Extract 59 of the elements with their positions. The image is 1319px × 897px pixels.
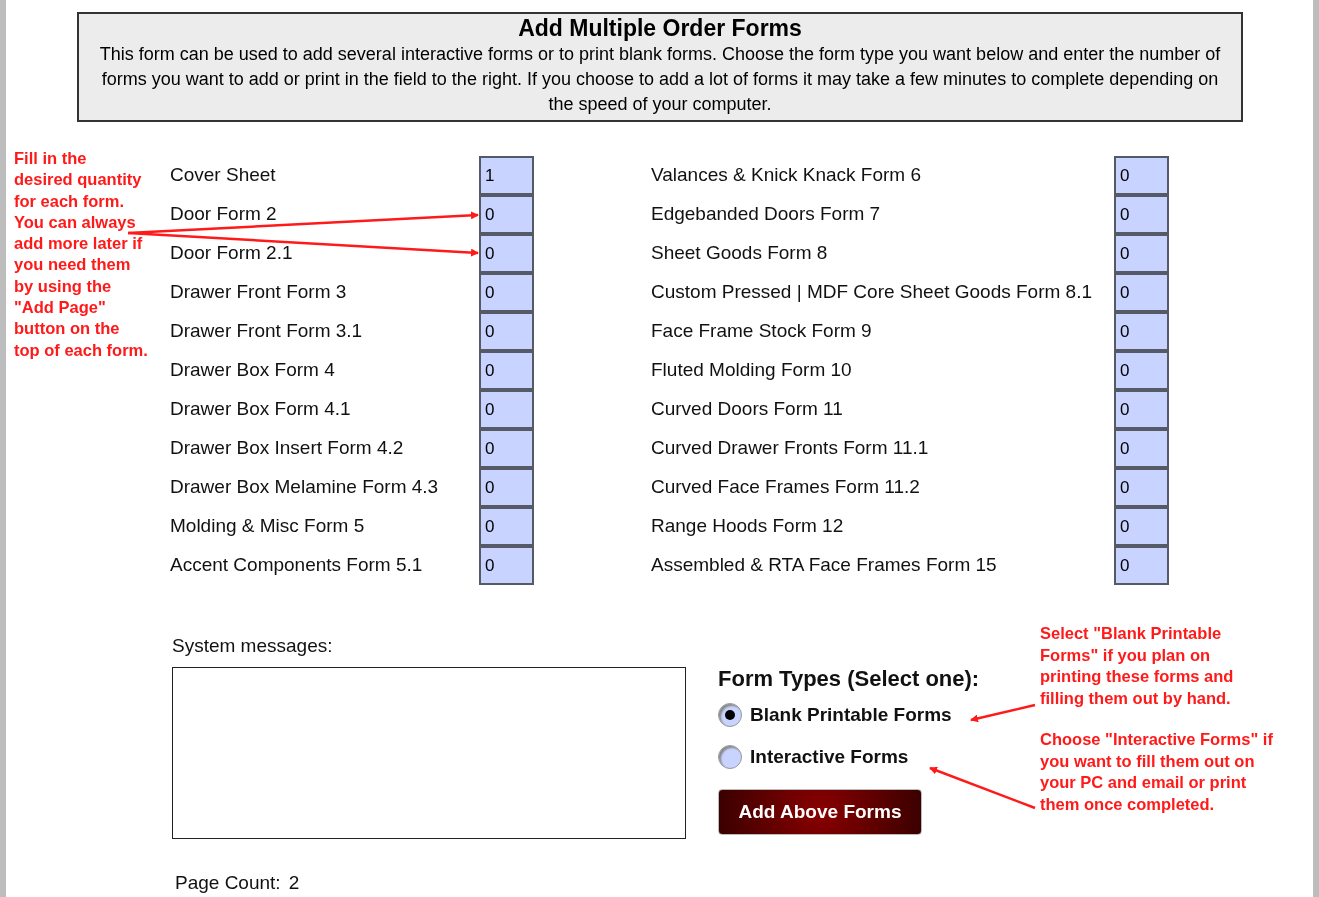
quantity-field[interactable]: 0 — [1114, 546, 1169, 585]
quantity-field[interactable]: 0 — [1114, 351, 1169, 390]
form-label: Curved Doors Form 11 — [651, 397, 843, 419]
quantity-field[interactable]: 0 — [479, 468, 534, 507]
quantity-field[interactable]: 0 — [1114, 156, 1169, 195]
quantity-field[interactable]: 0 — [1114, 234, 1169, 273]
quantity-field[interactable]: 0 — [479, 390, 534, 429]
radio-label: Blank Printable Forms — [750, 702, 952, 727]
form-label: Drawer Box Form 4 — [170, 358, 335, 380]
system-messages-label: System messages: — [172, 635, 334, 657]
form-label: Drawer Front Form 3 — [170, 280, 347, 302]
add-forms-button[interactable]: Add Above Forms — [718, 789, 922, 835]
form-label: Edgebanded Doors Form 7 — [651, 202, 881, 224]
form-label: Cover Sheet — [170, 163, 276, 185]
page-count-value: 2 — [288, 871, 300, 895]
form-label: Drawer Box Melamine Form 4.3 — [170, 475, 439, 497]
form-label: Accent Components Form 5.1 — [170, 553, 423, 575]
quantity-field[interactable]: 0 — [1114, 390, 1169, 429]
quantity-field[interactable]: 0 — [479, 273, 534, 312]
quantity-field[interactable]: 1 — [479, 156, 534, 195]
header-title: Add Multiple Order Forms — [518, 14, 802, 42]
radio-button[interactable] — [718, 745, 742, 769]
instruction-note: Select "Blank Printable Forms" if you plan on printing these forms and filling them out by hand. — [1040, 623, 1235, 709]
quantity-field[interactable]: 0 — [1114, 273, 1169, 312]
quantity-field[interactable]: 0 — [1114, 429, 1169, 468]
annotation-arrow — [970, 703, 1036, 723]
quantity-field[interactable]: 0 — [479, 429, 534, 468]
quantity-field[interactable]: 0 — [479, 312, 534, 351]
quantity-field[interactable]: 0 — [479, 546, 534, 585]
instruction-note: Choose "Interactive Forms" if you want to fill them out on your PC and email or print them once completed. — [1040, 729, 1274, 815]
form-label: Fluted Molding Form 10 — [651, 358, 852, 380]
quantity-field[interactable]: 0 — [1114, 312, 1169, 351]
quantity-field[interactable]: 0 — [1114, 468, 1169, 507]
form-label: Range Hoods Form 12 — [651, 514, 844, 536]
quantity-field[interactable]: 0 — [479, 507, 534, 546]
form-label: Face Frame Stock Form 9 — [651, 319, 872, 341]
form-label: Custom Pressed | MDF Core Sheet Goods Form 8.1 — [651, 280, 1093, 302]
form-label: Molding & Misc Form 5 — [170, 514, 365, 536]
quantity-field[interactable]: 0 — [479, 234, 534, 273]
form-label: Curved Drawer Fronts Form 11.1 — [651, 436, 929, 458]
instruction-note: Fill in the desired quantity for each form. You can always add more later if you need them by using the "Add Page" button on the top of each form. — [13, 148, 149, 361]
form-label: Door Form 2 — [170, 202, 277, 224]
form-types-title: Form Types (Select one): — [718, 665, 981, 693]
form-label: Assembled & RTA Face Frames Form 15 — [651, 553, 997, 575]
quantity-field[interactable]: 0 — [1114, 507, 1169, 546]
form-label: Drawer Box Form 4.1 — [170, 397, 351, 419]
radio-label: Interactive Forms — [750, 744, 909, 769]
form-label: Door Form 2.1 — [170, 241, 293, 263]
radio-button[interactable] — [718, 703, 742, 727]
form-label: Curved Face Frames Form 11.2 — [651, 475, 920, 497]
page-count-label: Page Count: — [175, 871, 281, 895]
header-description: This form can be used to add several interactive forms or to print blank forms. Choose the form type you want below and enter the number of forms you want to add or print in the field to the right. If you choose to add a lot of forms it may take a few minutes to complete depending on the speed of your computer. — [98, 43, 1222, 116]
quantity-field[interactable]: 0 — [479, 195, 534, 234]
quantity-field[interactable]: 0 — [1114, 195, 1169, 234]
form-label: Drawer Front Form 3.1 — [170, 319, 363, 341]
form-label: Drawer Box Insert Form 4.2 — [170, 436, 404, 458]
form-label: Sheet Goods Form 8 — [651, 241, 828, 263]
quantity-field[interactable]: 0 — [479, 351, 534, 390]
form-label: Valances & Knick Knack Form 6 — [651, 163, 921, 185]
